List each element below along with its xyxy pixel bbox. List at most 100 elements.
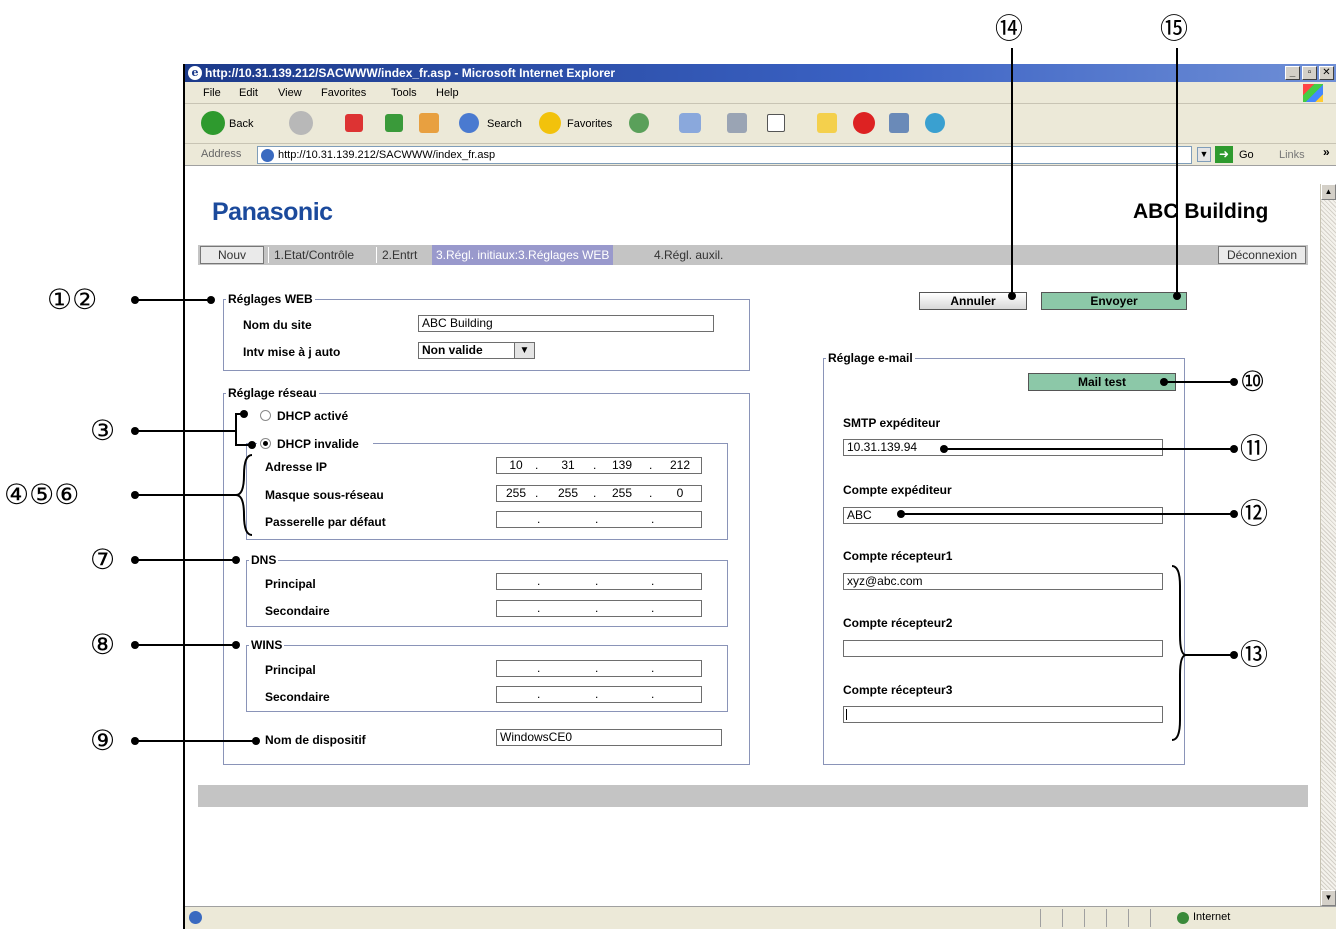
tab-regl-auxil[interactable]: 4.Régl. auxil. [650,245,727,265]
print-icon[interactable] [727,113,747,133]
forward-arrow-icon[interactable] [289,111,313,135]
callout-3: ③ [90,414,116,447]
power-icon[interactable] [853,112,875,134]
callout-11: ⑪ [1240,432,1269,465]
mail-icon[interactable] [679,113,701,133]
refresh-interval-select[interactable]: Non valide ▼ [418,342,535,359]
chevron-more-icon[interactable]: » [1323,145,1330,159]
dhcp-off-radio[interactable] [260,438,271,449]
favorites-button[interactable]: Favorites [567,118,612,130]
web-settings-group [223,299,750,371]
callout-7: ⑦ [90,543,116,576]
device-name-input[interactable]: WindowsCE0 [496,729,722,746]
discuss-icon[interactable] [817,113,837,133]
ip-dot: . [649,486,653,500]
nouv-button[interactable]: Nouv [200,246,264,264]
tab-reglages-web[interactable]: 3.Régl. initiaux:3.Réglages WEB [432,245,614,265]
mask-octet[interactable]: 255 [607,486,637,501]
cancel-button[interactable]: Annuler [919,292,1027,310]
back-button[interactable]: Back [229,118,253,130]
ip-address-input[interactable]: 10 . 31 . 139 . 212 [496,457,702,474]
ip-dot: . [593,458,597,472]
edit-word-icon[interactable] [767,114,785,132]
site-name-input[interactable]: ABC Building [418,315,714,332]
ip-octet[interactable]: 212 [663,458,697,473]
panasonic-logo: Panasonic [212,198,333,226]
mail-test-button[interactable]: Mail test [1028,373,1176,391]
mask-octet[interactable]: 255 [553,486,583,501]
scroll-down-icon[interactable]: ▼ [1321,890,1336,906]
ip-dot: . [595,512,599,526]
dns-primary-input[interactable]: ... [496,573,702,590]
address-dropdown-icon[interactable]: ▼ [1197,147,1211,162]
restore-button[interactable]: ▫ [1302,66,1317,80]
callout-1-2: ①② [47,283,98,316]
status-divider [1040,909,1060,927]
address-value: http://10.31.139.212/SACWWW/index_fr.asp [278,149,496,161]
links-button[interactable]: Links [1279,149,1305,161]
logout-button[interactable]: Déconnexion [1218,246,1306,264]
ip-dot: . [595,574,599,588]
menu-favorites[interactable]: Favorites [321,87,366,99]
page-icon [261,149,274,162]
chevron-down-icon[interactable]: ▼ [514,343,534,358]
menu-view[interactable]: View [278,87,302,99]
address-label: Address [201,148,242,160]
scroll-up-icon[interactable]: ▲ [1321,184,1336,200]
subnet-mask-input[interactable]: 255 . 255 . 255 . 0 [496,485,702,502]
site-name-label: Nom du site [243,318,312,332]
ip-octet[interactable]: 139 [607,458,637,473]
menu-file[interactable]: File [203,87,221,99]
dns-secondary-input[interactable]: ... [496,600,702,617]
stop-icon[interactable] [345,114,363,132]
menu-tools[interactable]: Tools [391,87,417,99]
receiver3-input[interactable] [843,706,1163,723]
home-icon[interactable] [419,113,439,133]
minimize-button[interactable]: _ [1285,66,1300,80]
ip-octet[interactable]: 10 [501,458,531,473]
text-cursor [846,709,847,720]
ip-dot: . [535,486,539,500]
send-button[interactable]: Envoyer [1041,292,1187,310]
refresh-icon[interactable] [385,114,403,132]
web-settings-legend: Réglages WEB [226,292,315,306]
messenger-icon[interactable] [925,113,945,133]
status-divider [1062,909,1082,927]
title-bar: e http://10.31.139.212/SACWWW/index_fr.a… [185,64,1336,82]
ip-dot: . [651,661,655,675]
mask-octet[interactable]: 255 [501,486,531,501]
receiver2-input[interactable] [843,640,1163,657]
mask-octet[interactable]: 0 [663,486,697,501]
tab-entrt[interactable]: 2.Entrt [378,245,421,265]
tab-etat-controle[interactable]: 1.Etat/Contrôle [270,245,358,265]
menu-bar: File Edit View Favorites Tools Help [185,82,1336,104]
history-icon[interactable] [629,113,649,133]
callout-8: ⑧ [90,628,116,661]
go-arrow-icon[interactable]: ➜ [1215,146,1233,163]
receiver1-input[interactable]: xyz@abc.com [843,573,1163,590]
back-arrow-icon[interactable] [201,111,225,135]
menu-edit[interactable]: Edit [239,87,258,99]
ip-octet[interactable]: 31 [553,458,583,473]
wins-secondary-input[interactable]: ... [496,686,702,703]
callout-12: ⑫ [1240,497,1269,530]
wins-primary-input[interactable]: ... [496,660,702,677]
gateway-input[interactable]: . . . [496,511,702,528]
favorites-star-icon[interactable] [539,112,561,134]
ip-dot: . [537,601,541,615]
sender-account-input[interactable]: ABC [843,507,1163,524]
search-button[interactable]: Search [487,118,522,130]
address-input[interactable]: http://10.31.139.212/SACWWW/index_fr.asp [257,146,1192,164]
dhcp-on-radio[interactable] [260,410,271,421]
vertical-scrollbar[interactable]: ▲ ▼ [1320,184,1336,906]
ie-logo-icon: e [188,66,202,80]
research-icon[interactable] [889,113,909,133]
go-button[interactable]: Go [1239,149,1254,161]
status-bar: Internet [185,906,1336,929]
ip-dot: . [595,661,599,675]
search-icon[interactable] [459,113,479,133]
smtp-sender-input[interactable]: 10.31.139.94 [843,439,1163,456]
menu-help[interactable]: Help [436,87,459,99]
callout-10: ⑩ [1240,365,1266,398]
close-button[interactable]: ✕ [1319,66,1334,80]
